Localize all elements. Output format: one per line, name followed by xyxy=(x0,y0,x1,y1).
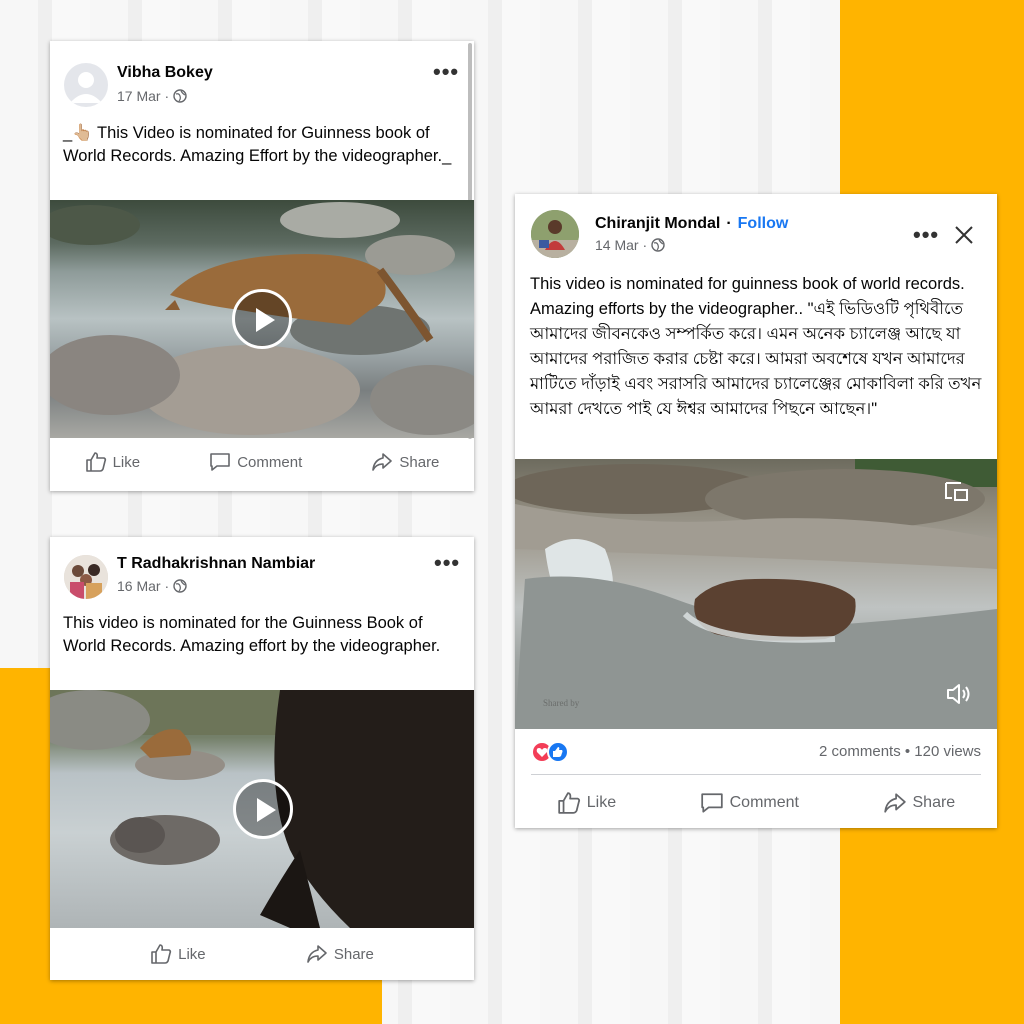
post-text: _👆🏼 This Video is nominated for Guinness… xyxy=(63,124,452,165)
author-name[interactable]: T Radhakrishnan Nambiar xyxy=(117,555,315,573)
comment-button[interactable]: Comment xyxy=(700,791,799,815)
close-icon[interactable] xyxy=(954,225,974,245)
comment-label: Comment xyxy=(729,794,799,811)
post-card-vibha: Vibha Bokey 17 Mar · ••• _👆🏼 This Video … xyxy=(50,41,474,491)
post-stats[interactable]: 2 comments • 120 views xyxy=(819,743,981,760)
globe-icon xyxy=(651,238,665,252)
reactions[interactable] xyxy=(531,741,575,763)
like-label: Like xyxy=(586,794,617,811)
video-frame: Shared by xyxy=(515,459,997,729)
video-player[interactable] xyxy=(50,200,474,438)
comment-icon xyxy=(700,793,723,813)
thumbs-up-icon xyxy=(85,452,106,472)
more-options-icon[interactable]: ••• xyxy=(433,61,459,83)
post-meta: 16 Mar · xyxy=(117,578,187,594)
thumbs-up-icon xyxy=(151,944,172,964)
divider xyxy=(531,774,981,775)
picture-in-picture-icon[interactable] xyxy=(943,478,969,504)
share-icon xyxy=(883,793,906,813)
avatar[interactable] xyxy=(64,63,108,107)
video-player[interactable]: Shared by xyxy=(515,459,997,729)
like-button[interactable]: Like xyxy=(150,943,206,965)
post-meta: 14 Mar · xyxy=(595,237,665,253)
post-actions: Like Comment Share xyxy=(515,782,997,824)
comment-label: Comment xyxy=(237,453,303,471)
post-date[interactable]: 16 Mar · xyxy=(117,578,169,594)
post-date[interactable]: 14 Mar · xyxy=(595,237,647,253)
comment-icon xyxy=(210,453,231,471)
name-separator: · xyxy=(726,215,732,232)
post-card-radhakrishnan: T Radhakrishnan Nambiar 16 Mar · ••• Thi… xyxy=(50,537,474,980)
share-button[interactable]: Share xyxy=(883,791,956,815)
post-date[interactable]: 17 Mar · xyxy=(117,88,169,104)
share-label: Share xyxy=(912,794,956,811)
more-options-icon[interactable]: ••• xyxy=(434,552,460,574)
avatar[interactable] xyxy=(531,210,579,258)
avatar[interactable] xyxy=(64,555,108,599)
globe-icon xyxy=(173,89,187,103)
author-name: Chiranjit Mondal · Follow xyxy=(595,215,788,233)
post-meta: 17 Mar · xyxy=(117,88,187,104)
share-label: Share xyxy=(333,945,374,963)
post-actions: Like Share xyxy=(50,933,474,975)
like-reaction-icon xyxy=(547,741,569,763)
post-actions: Like Comment Share xyxy=(50,441,474,483)
globe-icon xyxy=(173,579,187,593)
share-button[interactable]: Share xyxy=(371,451,439,473)
play-icon[interactable] xyxy=(233,779,293,839)
share-icon xyxy=(307,945,327,963)
share-label: Share xyxy=(399,453,440,471)
volume-icon[interactable] xyxy=(945,681,971,707)
post-text: This video is nominated for the Guinness… xyxy=(63,614,441,655)
more-options-icon[interactable]: ••• xyxy=(913,224,939,246)
author-name[interactable]: Vibha Bokey xyxy=(117,64,213,82)
like-button[interactable]: Like xyxy=(557,791,616,815)
share-button[interactable]: Share xyxy=(306,943,374,965)
play-icon[interactable] xyxy=(232,289,292,349)
video-player[interactable] xyxy=(50,690,474,928)
video-watermark: Shared by xyxy=(543,698,580,708)
thumbs-up-icon xyxy=(558,792,580,814)
comment-button[interactable]: Comment xyxy=(209,451,302,473)
post-text: This video is nominated for guinness boo… xyxy=(530,275,982,418)
follow-button[interactable]: Follow xyxy=(738,215,789,233)
like-label: Like xyxy=(112,453,141,471)
like-label: Like xyxy=(178,945,206,963)
author-name-text[interactable]: Chiranjit Mondal xyxy=(595,215,720,233)
post-card-chiranjit: Chiranjit Mondal · Follow 14 Mar · ••• T… xyxy=(515,194,997,828)
share-icon xyxy=(372,453,393,471)
like-button[interactable]: Like xyxy=(85,451,141,473)
